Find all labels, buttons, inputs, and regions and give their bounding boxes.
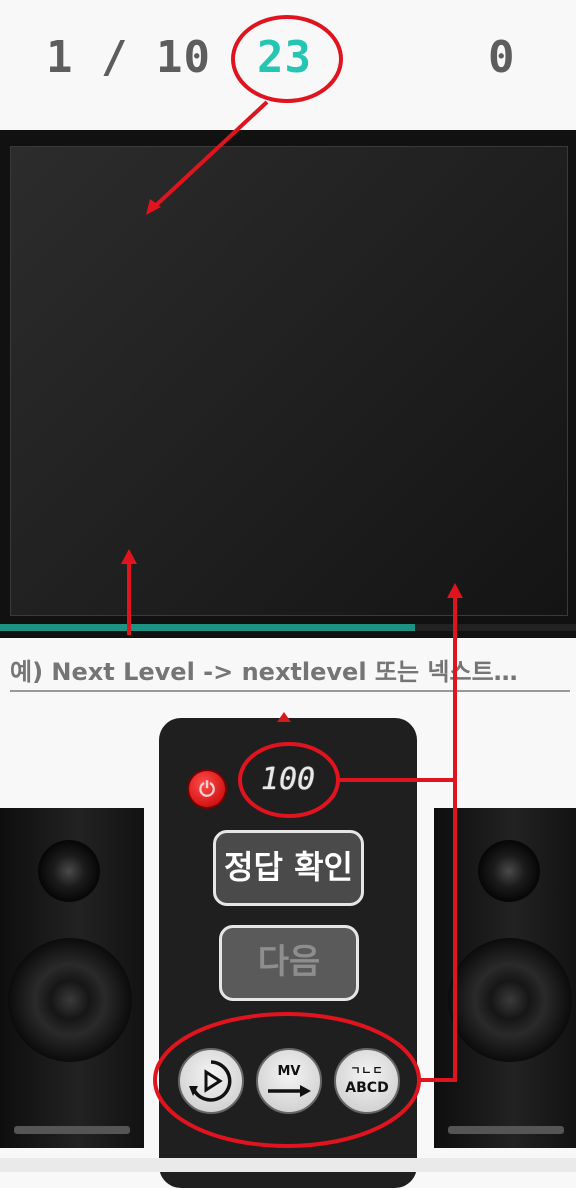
- tweeter: [38, 840, 100, 902]
- english-label: ABCD: [345, 1080, 389, 1096]
- replay-button[interactable]: [178, 1048, 244, 1114]
- language-toggle-button[interactable]: ㄱㄴㄷ ABCD: [334, 1048, 400, 1114]
- mv-label: MV: [277, 1064, 301, 1079]
- woofer: [8, 938, 132, 1062]
- tweeter: [478, 840, 540, 902]
- mv-button[interactable]: MV: [256, 1048, 322, 1114]
- speaker-base: [448, 1126, 564, 1134]
- check-answer-button[interactable]: 정답 확인: [213, 830, 364, 906]
- countdown-timer: 23: [257, 32, 312, 83]
- hint-count-display: 100: [260, 762, 316, 797]
- woofer: [448, 938, 572, 1062]
- remote-indicator: [277, 712, 291, 722]
- arrow-right-icon: [268, 1085, 311, 1097]
- right-speaker: [434, 808, 576, 1148]
- bottom-strip: [0, 1158, 576, 1172]
- speaker-base: [14, 1126, 130, 1134]
- answer-input[interactable]: [10, 654, 570, 692]
- korean-label: ㄱㄴㄷ: [350, 1064, 384, 1077]
- replay-icon: [189, 1060, 232, 1102]
- score: 0: [488, 32, 516, 83]
- power-icon: ⏻: [199, 777, 215, 801]
- video-frame: [10, 146, 568, 616]
- question-progress: 1 / 10: [46, 32, 211, 83]
- video-progress-fill: [0, 624, 415, 631]
- next-button[interactable]: 다음: [219, 925, 359, 1001]
- left-speaker: [0, 808, 144, 1148]
